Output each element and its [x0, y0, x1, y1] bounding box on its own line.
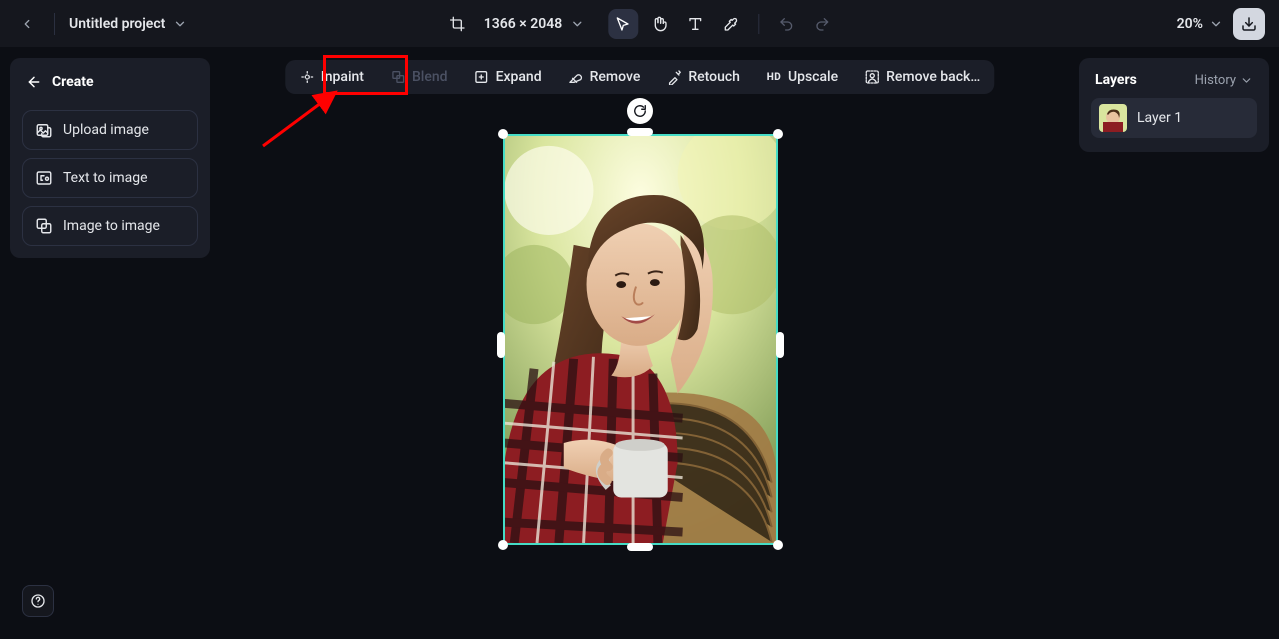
sidebar-item-text-to-image[interactable]: Text to image — [22, 158, 198, 198]
resize-handle-bottom-right[interactable] — [773, 540, 783, 550]
project-title-button[interactable]: Untitled project — [69, 16, 187, 32]
remove-icon — [568, 69, 584, 85]
hand-icon — [651, 16, 667, 32]
image-to-image-icon — [35, 217, 53, 235]
action-label: Retouch — [688, 69, 740, 85]
sidebar-item-label: Text to image — [63, 170, 148, 186]
crop-icon — [449, 16, 465, 32]
action-label: Blend — [412, 69, 448, 85]
top-bar-left: Untitled project — [0, 11, 187, 37]
blend-icon — [390, 69, 406, 85]
sidebar-item-image-to-image[interactable]: Image to image — [22, 206, 198, 246]
sidebar-item-upload-image[interactable]: Upload image — [22, 110, 198, 150]
chevron-down-icon — [1240, 74, 1253, 87]
layers-panel-header: Layers History — [1091, 72, 1257, 98]
resize-handle-right[interactable] — [776, 332, 784, 358]
action-expand[interactable]: Expand — [462, 63, 554, 91]
layer-item[interactable]: Layer 1 — [1091, 98, 1257, 138]
download-icon — [1241, 16, 1257, 32]
expand-icon — [474, 69, 490, 85]
resize-handle-top[interactable] — [627, 128, 653, 136]
chevron-down-icon — [1209, 17, 1223, 31]
tool-eyedropper[interactable] — [716, 9, 746, 39]
action-bar: Inpaint Blend Expand Remove Retouch HD U… — [285, 60, 994, 94]
annotation-arrow-icon — [253, 86, 348, 156]
back-button[interactable] — [14, 11, 40, 37]
layers-panel: Layers History Layer 1 — [1079, 58, 1269, 152]
text-to-image-icon — [35, 169, 53, 187]
text-icon — [687, 16, 703, 32]
action-remove[interactable]: Remove — [556, 63, 653, 91]
zoom-button[interactable]: 20% — [1177, 16, 1223, 32]
redo-button[interactable] — [807, 9, 837, 39]
arrow-left-icon — [26, 74, 42, 90]
create-title: Create — [52, 74, 94, 90]
layer-label: Layer 1 — [1137, 110, 1182, 126]
history-label: History — [1195, 73, 1236, 88]
chevron-left-icon — [20, 17, 34, 31]
sidebar-item-label: Upload image — [63, 122, 149, 138]
top-bar: Untitled project 1366 × 2048 — [0, 0, 1279, 48]
canvas-image — [505, 136, 776, 543]
tool-hand[interactable] — [644, 9, 674, 39]
undo-icon — [778, 16, 794, 32]
chevron-down-icon — [173, 17, 187, 31]
action-blend[interactable]: Blend — [378, 63, 460, 91]
sidebar-item-label: Image to image — [63, 218, 160, 234]
history-button[interactable]: History — [1195, 73, 1253, 88]
canvas-size-icon-button[interactable] — [442, 9, 472, 39]
upload-image-icon — [35, 121, 53, 139]
tool-select[interactable] — [608, 9, 638, 39]
resize-handle-top-left[interactable] — [498, 129, 508, 139]
refresh-icon — [633, 104, 647, 118]
download-button[interactable] — [1233, 8, 1265, 40]
divider — [758, 14, 759, 34]
layer-thumbnail — [1099, 104, 1127, 132]
cursor-icon — [615, 16, 631, 32]
resize-handle-bottom-left[interactable] — [498, 540, 508, 550]
remove-background-icon — [864, 69, 880, 85]
top-bar-center: 1366 × 2048 — [442, 0, 837, 48]
action-label: Expand — [496, 69, 542, 85]
tool-text[interactable] — [680, 9, 710, 39]
action-label: Remove back… — [886, 69, 980, 85]
chevron-down-icon — [570, 17, 584, 31]
regenerate-button[interactable] — [627, 98, 653, 124]
action-label: Inpaint — [321, 69, 364, 85]
action-inpaint[interactable]: Inpaint — [287, 63, 376, 91]
help-icon — [30, 593, 46, 609]
action-remove-background[interactable]: Remove back… — [852, 63, 992, 91]
help-button[interactable] — [22, 585, 54, 617]
top-bar-right: 20% — [1177, 0, 1265, 48]
action-label: Upscale — [788, 69, 838, 85]
eyedropper-icon — [723, 16, 739, 32]
redo-icon — [814, 16, 830, 32]
action-label: Remove — [590, 69, 641, 85]
project-title: Untitled project — [69, 16, 165, 32]
create-panel: Create Upload image Text to image Image … — [10, 58, 210, 258]
retouch-icon — [666, 69, 682, 85]
hd-icon: HD — [766, 69, 782, 85]
dimensions-button[interactable]: 1366 × 2048 — [478, 12, 590, 36]
action-upscale[interactable]: HD Upscale — [754, 63, 850, 91]
layers-title: Layers — [1095, 72, 1137, 88]
divider — [54, 13, 55, 35]
inpaint-icon — [299, 69, 315, 85]
action-retouch[interactable]: Retouch — [654, 63, 752, 91]
resize-handle-top-right[interactable] — [773, 129, 783, 139]
resize-handle-bottom[interactable] — [627, 543, 653, 551]
create-header: Create — [22, 70, 198, 102]
resize-handle-left[interactable] — [497, 332, 505, 358]
dimensions-text: 1366 × 2048 — [484, 16, 562, 32]
canvas-image-layer[interactable] — [503, 134, 778, 545]
undo-button[interactable] — [771, 9, 801, 39]
zoom-value: 20% — [1177, 16, 1203, 32]
